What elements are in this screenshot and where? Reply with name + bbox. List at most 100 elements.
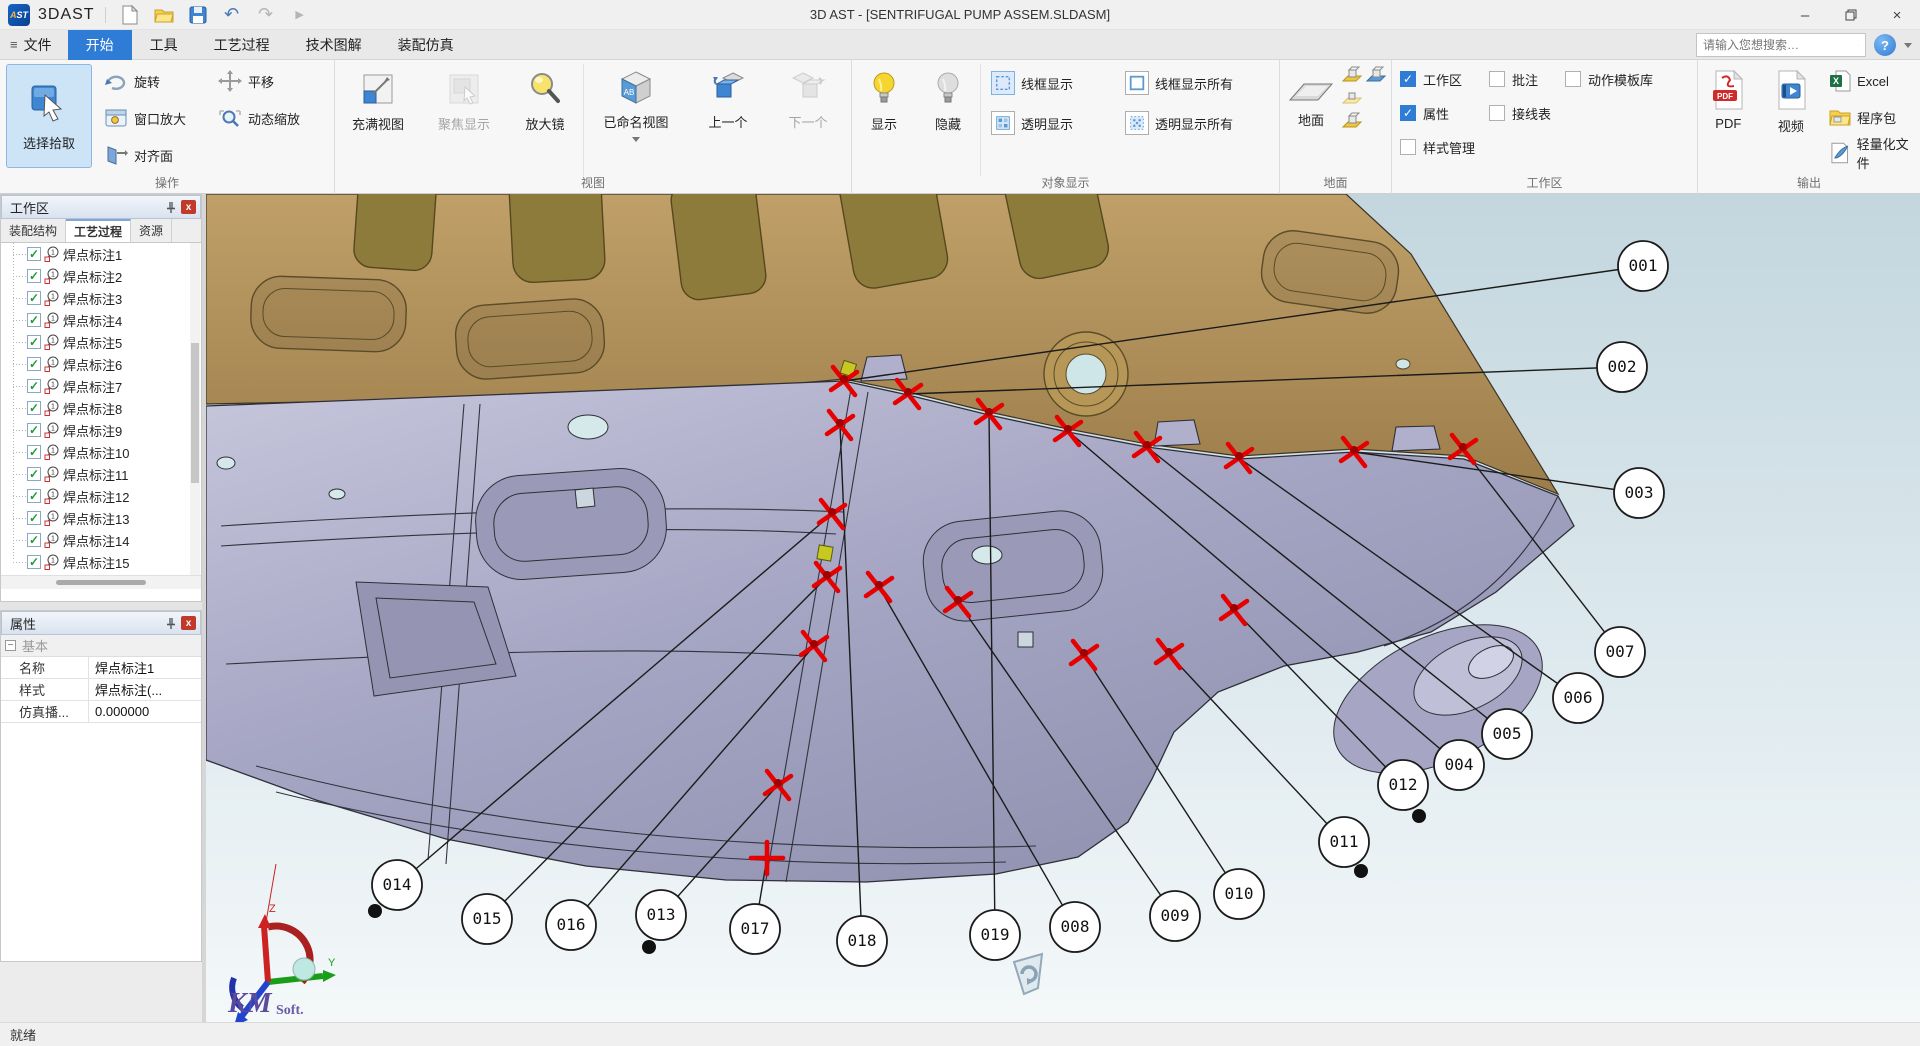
balloon-013[interactable]: 013 <box>636 890 686 940</box>
pan-button[interactable]: 平移 <box>218 66 300 96</box>
properties-panel-close-button[interactable]: x <box>181 616 196 630</box>
export-pdf-button[interactable]: PDF PDF <box>1698 60 1759 172</box>
viewport-3d[interactable]: 0010020030040050060070080090100110120130… <box>206 194 1920 1022</box>
transparent-display-all-button[interactable]: 透明显示所有 <box>1125 108 1233 138</box>
checkbox-style-manager[interactable]: 样式管理 <box>1400 132 1475 162</box>
tree-item-weld-annotation[interactable]: ✓1焊点标注5 <box>1 331 201 353</box>
tree-item-weld-annotation[interactable]: ✓1焊点标注6 <box>1 353 201 375</box>
tree-item-weld-annotation[interactable]: ✓1焊点标注2 <box>1 265 201 287</box>
balloon-002[interactable]: 002 <box>1597 342 1647 392</box>
tree-item-checkbox[interactable]: ✓ <box>27 313 41 327</box>
scrollbar-thumb[interactable] <box>191 343 199 483</box>
property-value[interactable]: 0.000000 <box>89 701 201 722</box>
tree-item-weld-annotation[interactable]: ✓1焊点标注7 <box>1 375 201 397</box>
tree-item-checkbox[interactable]: ✓ <box>27 467 41 481</box>
tree-vertical-scrollbar[interactable] <box>190 243 200 575</box>
previous-view-button[interactable]: 上一个 <box>688 60 768 172</box>
ground-button[interactable]: 地面 <box>1280 60 1342 172</box>
help-button[interactable]: ? <box>1874 34 1896 56</box>
ground-cube-icon[interactable] <box>1342 112 1362 130</box>
tree-item-weld-annotation[interactable]: ✓1焊点标注1 <box>1 243 201 265</box>
tree-horizontal-scrollbar[interactable] <box>1 575 201 589</box>
balloon-019[interactable]: 019 <box>970 910 1020 960</box>
properties-section-basic[interactable]: − 基本 <box>1 635 201 657</box>
export-package-button[interactable]: 程序包 <box>1829 102 1920 132</box>
hide-button[interactable]: 隐藏 <box>916 60 980 172</box>
tree-item-checkbox[interactable]: ✓ <box>27 335 41 349</box>
align-face-button[interactable]: 对齐面 <box>104 140 186 170</box>
export-video-button[interactable]: 视频 <box>1759 60 1824 172</box>
tree-item-checkbox[interactable]: ✓ <box>27 511 41 525</box>
new-document-button[interactable] <box>116 3 144 27</box>
collapse-icon[interactable]: − <box>5 640 16 651</box>
balloon-007[interactable]: 007 <box>1595 627 1645 677</box>
tree-item-checkbox[interactable]: ✓ <box>27 247 41 261</box>
named-views-button[interactable]: AB 已命名视图 <box>584 60 688 172</box>
balloon-004[interactable]: 004 <box>1434 740 1484 790</box>
rotate-button[interactable]: 旋转 <box>104 66 186 96</box>
search-input[interactable] <box>1703 38 1858 52</box>
tree-item-weld-annotation[interactable]: ✓1焊点标注14 <box>1 529 201 551</box>
tree-item-checkbox[interactable]: ✓ <box>27 401 41 415</box>
tree-item-checkbox[interactable]: ✓ <box>27 269 41 283</box>
tree-item-checkbox[interactable]: ✓ <box>27 423 41 437</box>
checkbox-properties[interactable]: ✓属性 <box>1400 98 1475 128</box>
pin-icon[interactable] <box>165 201 177 214</box>
checkbox-workspace[interactable]: ✓工作区 <box>1400 64 1475 94</box>
tab-process[interactable]: 工艺过程 <box>196 30 288 60</box>
tree-item-checkbox[interactable]: ✓ <box>27 445 41 459</box>
tree-item-checkbox[interactable]: ✓ <box>27 291 41 305</box>
balloon-018[interactable]: 018 <box>837 916 887 966</box>
tree-item-checkbox[interactable]: ✓ <box>27 533 41 547</box>
window-zoom-button[interactable]: 窗口放大 <box>104 103 186 133</box>
tab-home[interactable]: 开始 <box>68 30 132 60</box>
balloon-014[interactable]: 014 <box>372 860 422 910</box>
help-dropdown-caret[interactable] <box>1904 43 1912 48</box>
balloon-015[interactable]: 015 <box>462 894 512 944</box>
checkbox-wiring-table[interactable]: 接线表 <box>1489 98 1551 128</box>
focus-display-button[interactable]: 聚焦显示 <box>421 60 507 172</box>
export-excel-button[interactable]: X Excel <box>1829 66 1920 96</box>
property-value[interactable]: 焊点标注1 <box>89 657 201 678</box>
wireframe-display-all-button[interactable]: 线框显示所有 <box>1125 68 1233 98</box>
balloon-005[interactable]: 005 <box>1482 709 1532 759</box>
next-view-button[interactable]: 下一个 <box>768 60 848 172</box>
minimize-button[interactable]: – <box>1782 0 1828 30</box>
tree-item-checkbox[interactable]: ✓ <box>27 489 41 503</box>
dynamic-zoom-button[interactable]: 动态缩放 <box>218 103 300 133</box>
tab-tech-illustration[interactable]: 技术图解 <box>288 30 380 60</box>
balloon-012[interactable]: 012 <box>1378 760 1428 810</box>
tree-item-checkbox[interactable]: ✓ <box>27 379 41 393</box>
property-row-sim-play[interactable]: 仿真播... 0.000000 <box>1 701 201 723</box>
menu-file-button[interactable]: ≡文件 <box>0 30 68 60</box>
tree-item-checkbox[interactable]: ✓ <box>27 357 41 371</box>
tree-item-weld-annotation[interactable]: ✓1焊点标注12 <box>1 485 201 507</box>
open-file-button[interactable] <box>150 3 178 27</box>
tab-assembly-sim[interactable]: 装配仿真 <box>380 30 472 60</box>
tab-assembly-structure[interactable]: 装配结构 <box>1 219 66 242</box>
save-button[interactable] <box>184 3 212 27</box>
magnifier-button[interactable]: 放大镜 <box>507 60 583 172</box>
ground-under-cube-icon[interactable] <box>1342 66 1362 84</box>
balloon-017[interactable]: 017 <box>730 904 780 954</box>
transparent-display-button[interactable]: 透明显示 <box>991 108 1117 138</box>
fit-view-button[interactable]: 充满视图 <box>335 60 421 172</box>
tree-item-weld-annotation[interactable]: ✓1焊点标注15 <box>1 551 201 573</box>
property-value[interactable]: 焊点标注(... <box>89 679 201 700</box>
ground-fade-cube-icon[interactable] <box>1342 90 1362 106</box>
tree-item-weld-annotation[interactable]: ✓1焊点标注3 <box>1 287 201 309</box>
balloon-008[interactable]: 008 <box>1050 902 1100 952</box>
select-pick-button[interactable]: 选择拾取 <box>6 64 92 168</box>
balloon-016[interactable]: 016 <box>546 900 596 950</box>
balloon-011[interactable]: 011 <box>1319 817 1369 867</box>
tree-item-weld-annotation[interactable]: ✓1焊点标注10 <box>1 441 201 463</box>
checkbox-action-template-lib[interactable]: 动作模板库 <box>1565 64 1653 94</box>
tree-item-weld-annotation[interactable]: ✓1焊点标注11 <box>1 463 201 485</box>
ground-blue-cube-icon[interactable] <box>1366 66 1386 84</box>
tab-process-tree[interactable]: 工艺过程 <box>66 219 131 242</box>
checkbox-annotation[interactable]: 批注 <box>1489 64 1551 94</box>
tab-resources[interactable]: 资源 <box>131 219 172 242</box>
show-button[interactable]: 显示 <box>852 60 916 172</box>
panel-splitter[interactable] <box>0 602 202 610</box>
quick-access-more-button[interactable]: ▶ <box>286 3 314 27</box>
